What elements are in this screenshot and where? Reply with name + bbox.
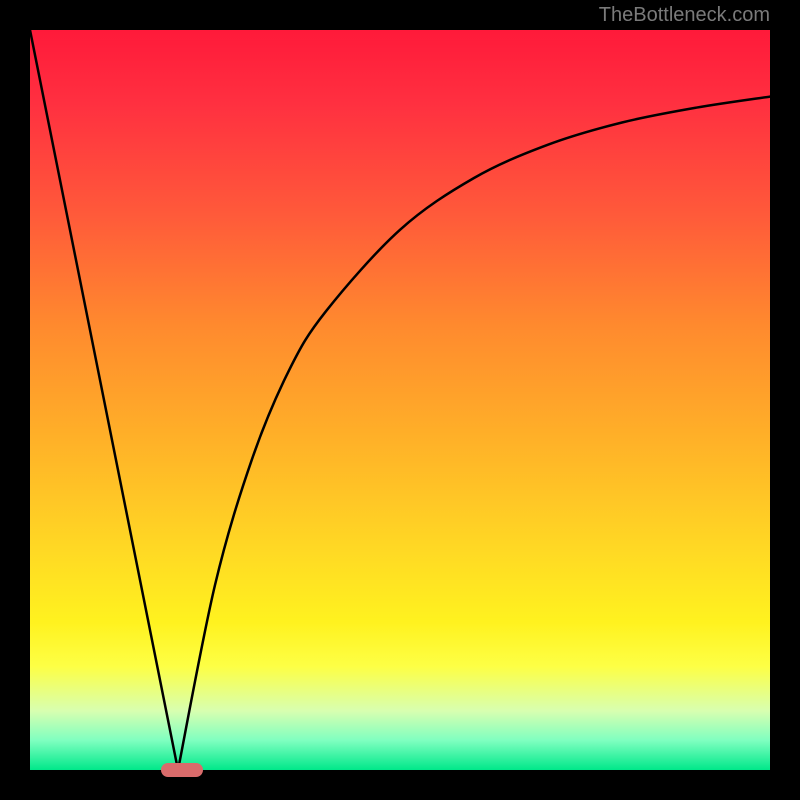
- plot-area: [30, 30, 770, 770]
- curve-svg: [30, 30, 770, 770]
- watermark-text: TheBottleneck.com: [599, 4, 770, 27]
- optimum-marker: [161, 763, 203, 777]
- chart-frame: TheBottleneck.com: [0, 0, 800, 800]
- bottleneck-curve: [30, 30, 770, 770]
